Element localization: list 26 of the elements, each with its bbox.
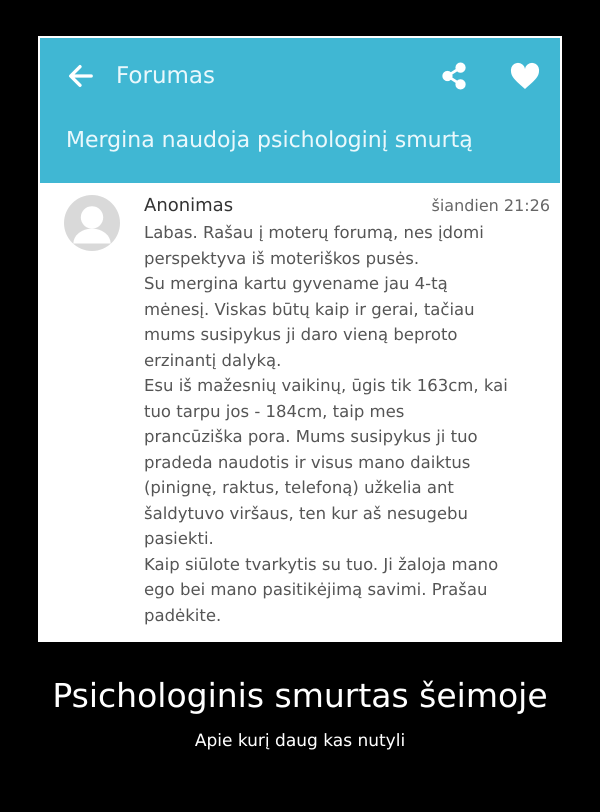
post-text-line: Labas. Rašau į moterų forumą, nes įdomi bbox=[144, 222, 485, 244]
post-text-line: tuo tarpu jos - 184cm, taip mes bbox=[144, 400, 406, 422]
post-text-line: mums susipykus ji daro vieną beproto bbox=[144, 324, 459, 346]
share-icon[interactable] bbox=[440, 62, 468, 90]
post-text-line: perspektyva iš moteriškos pusės. bbox=[144, 248, 420, 270]
post-text-line: (pinignę, raktus, telefoną) užkelia ant bbox=[144, 477, 455, 499]
post-text-line: ego bei mano pasitikėjimą savimi. Prašau bbox=[144, 579, 488, 601]
post-text-line: pasiekti. bbox=[144, 528, 215, 550]
heart-icon[interactable] bbox=[510, 62, 540, 90]
back-arrow-icon[interactable] bbox=[66, 62, 94, 90]
caption-subtitle: Apie kurį daug kas nutyli bbox=[194, 731, 406, 751]
post-text-line: Kaip siūlote tvarkytis su tuo. Ji žaloja mano bbox=[144, 554, 500, 576]
post-text-line: padėkite. bbox=[144, 604, 222, 626]
avatar-icon bbox=[64, 195, 120, 251]
post-text-line: šaldytuvo viršaus, ten kur aš nesugebu bbox=[144, 502, 469, 524]
post-text-line: erzinantį dalyką. bbox=[144, 350, 282, 372]
thread-title: Mergina naudoja psichologinį smurtą bbox=[66, 128, 474, 153]
post-text-line: Esu iš mažesnių vaikinų, ūgis tik 163cm, kai bbox=[144, 375, 509, 397]
author-name: Anonimas bbox=[144, 195, 234, 216]
post-text-line: prancūziška pora. Mums susipykus ji tuo bbox=[144, 426, 479, 448]
app-title: Forumas bbox=[116, 63, 216, 89]
caption-title: Psichologinis smurtas šeimoje bbox=[51, 676, 549, 715]
post-time: šiandien 21:26 bbox=[431, 196, 550, 215]
post-text-line: pradeda naudotis ir visus mano daiktus bbox=[144, 452, 472, 474]
post-text-line: mėnesį. Viskas būtų kaip ir gerai, tačiau bbox=[144, 298, 476, 320]
post-text-line: Su mergina kartu gyvename jau 4-tą bbox=[144, 273, 449, 295]
